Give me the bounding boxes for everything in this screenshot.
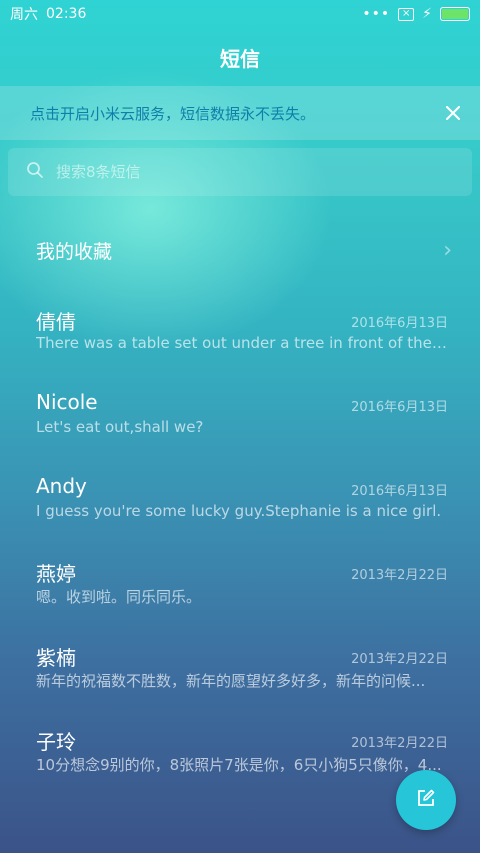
message-date: 2013年2月22日: [351, 652, 448, 667]
message-date: 2016年6月13日: [351, 316, 448, 331]
message-list: 倩倩 2016年6月13日 There was a table set out …: [0, 300, 480, 804]
message-preview: 10分想念9别的你，8张照片7张是你，6只小狗5只像你，4...: [36, 756, 442, 774]
conversation-row[interactable]: Nicole 2016年6月13日 Let's eat out,shall we…: [0, 384, 480, 468]
contact-name: 倩倩: [36, 310, 76, 334]
chevron-right-icon: ›: [443, 237, 452, 263]
message-date: 2013年2月22日: [351, 568, 448, 583]
compose-icon: [416, 788, 436, 812]
status-bar: 周六 02:36 ••• × ⚡: [0, 0, 480, 28]
status-day: 周六: [10, 7, 38, 23]
contact-name: 紫楠: [36, 646, 76, 670]
message-date: 2016年6月13日: [351, 400, 448, 415]
search-input[interactable]: [56, 163, 436, 181]
favorites-row[interactable]: 我的收藏 ›: [0, 225, 480, 275]
conversation-row[interactable]: 倩倩 2016年6月13日 There was a table set out …: [0, 300, 480, 384]
search-bar[interactable]: [8, 148, 472, 196]
status-time: 02:36: [46, 6, 87, 22]
more-dots-icon: •••: [362, 6, 391, 22]
page-title: 短信: [220, 46, 260, 71]
message-date: 2016年6月13日: [351, 484, 448, 499]
battery-fill: [442, 9, 468, 19]
conversation-row[interactable]: Andy 2016年6月13日 I guess you're some luck…: [0, 468, 480, 552]
search-icon: [26, 161, 44, 183]
charging-icon: ⚡: [422, 6, 432, 22]
conversation-row[interactable]: 燕婷 2013年2月22日 嗯。收到啦。同乐同乐。: [0, 552, 480, 636]
message-preview: There was a table set out under a tree i…: [36, 334, 448, 352]
contact-name: Andy: [36, 474, 87, 498]
no-sim-icon: ×: [398, 7, 415, 21]
compose-button[interactable]: [396, 770, 456, 830]
close-icon[interactable]: [440, 100, 466, 126]
message-date: 2013年2月22日: [351, 736, 448, 751]
banner-text[interactable]: 点击开启小米云服务，短信数据永不丢失。: [30, 103, 315, 124]
cloud-service-banner[interactable]: 点击开启小米云服务，短信数据永不丢失。: [0, 86, 480, 140]
message-preview: I guess you're some lucky guy.Stephanie …: [36, 502, 442, 520]
battery-icon: [440, 7, 470, 21]
conversation-row[interactable]: 紫楠 2013年2月22日 新年的祝福数不胜数，新年的愿望好多好多，新年的问候.…: [0, 636, 480, 720]
favorites-label: 我的收藏: [36, 240, 113, 263]
contact-name: 燕婷: [36, 562, 76, 586]
message-preview: 新年的祝福数不胜数，新年的愿望好多好多，新年的问候...: [36, 672, 426, 690]
message-preview: 嗯。收到啦。同乐同乐。: [36, 588, 202, 606]
contact-name: 子玲: [36, 730, 76, 754]
contact-name: Nicole: [36, 390, 98, 414]
message-preview: Let's eat out,shall we?: [36, 418, 204, 436]
app-title-bar: 短信: [0, 28, 480, 86]
